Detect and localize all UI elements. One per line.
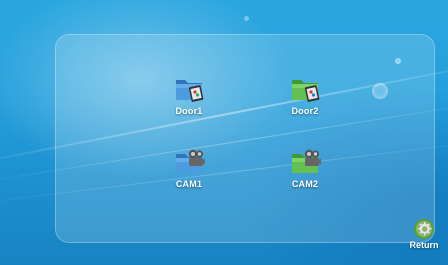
blue-video-folder-icon <box>176 80 204 102</box>
desktop-screen: Door1 Door2 CAM1 CAM2 Return <box>0 0 448 265</box>
return-button[interactable]: Return <box>404 216 444 260</box>
background-bubble <box>244 16 249 21</box>
menu-panel <box>55 34 435 243</box>
green-video-folder-icon <box>292 80 320 102</box>
gear-icon <box>414 219 434 239</box>
green-camera-folder-icon <box>292 149 321 173</box>
door2-button[interactable]: Door2 <box>265 72 345 130</box>
return-label: Return <box>409 240 439 250</box>
cam2-button[interactable]: CAM2 <box>265 145 345 203</box>
door1-button[interactable]: Door1 <box>149 72 229 130</box>
cam1-button[interactable]: CAM1 <box>149 145 229 203</box>
cam2-label: CAM2 <box>291 179 319 189</box>
door1-label: Door1 <box>175 106 203 116</box>
cam1-label: CAM1 <box>175 179 203 189</box>
blue-camera-folder-icon <box>176 149 205 173</box>
door2-label: Door2 <box>291 106 319 116</box>
